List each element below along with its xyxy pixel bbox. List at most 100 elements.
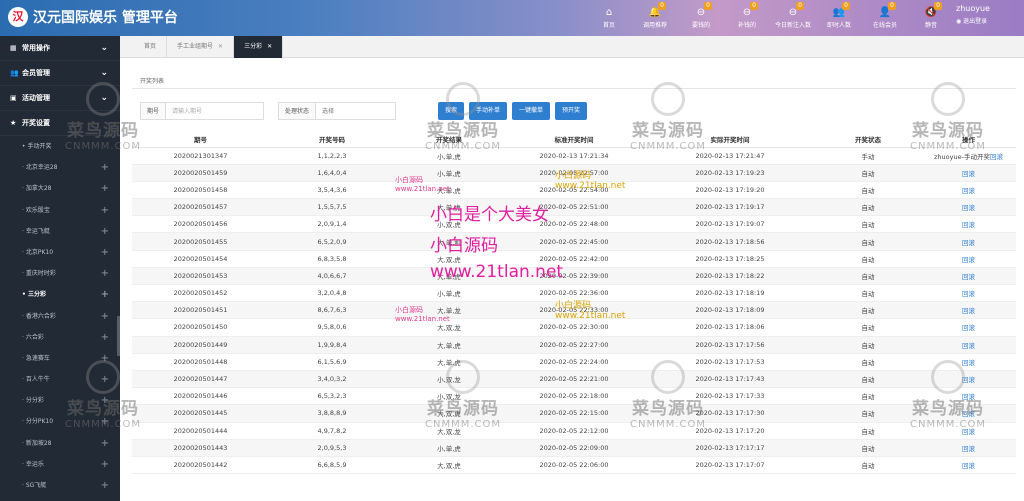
rollback-link[interactable]: 回滚 [962,393,975,401]
sidebar-item-label: 北京幸运28 [25,164,58,172]
status-select[interactable]: 选择 [316,102,397,120]
plus-icon[interactable]: + [101,390,109,411]
sidebar-item[interactable]: · 分分PK10 + [0,411,120,432]
header-nav-item[interactable]: 🔇 0 静音 [908,0,954,36]
rollback-link[interactable]: 回滚 [962,204,975,212]
plus-icon[interactable]: + [101,411,109,432]
plus-icon[interactable]: + [101,348,109,369]
rollback-link[interactable]: 回滚 [962,256,975,264]
sidebar-item[interactable]: · 急速赛车 + [0,348,120,369]
header-nav-item[interactable]: ⊖ 0 今日新注入数 [770,0,816,36]
cell-actions: 回滚 [921,215,1016,234]
cell-result: 大,双,龙 [395,318,503,337]
tab-1[interactable]: 手工业组期号 ✕ [167,36,235,58]
plus-icon[interactable]: + [101,200,109,221]
sidebar-item[interactable]: · SG飞艇 + [0,475,120,496]
header-nav-item[interactable]: 👤 0 在线会员 [862,0,908,36]
rollback-link[interactable]: 回滚 [962,239,975,247]
close-icon[interactable]: ✕ [267,43,272,50]
rollback-link[interactable]: 回滚 [962,342,975,350]
sidebar-item[interactable]: · 北京PK10 + [0,242,120,263]
sidebar-group[interactable]: ★ 开奖设置 [0,111,120,136]
period-input[interactable]: 请输入期号 [166,102,265,120]
sidebar-item[interactable]: · 新加坡28 + [0,433,120,454]
rollback-link[interactable]: 回滚 [962,187,975,195]
manual-order-button[interactable]: 手动补单 [469,102,508,120]
tab-0[interactable]: 首页 [134,36,168,58]
plus-icon[interactable]: + [101,157,109,178]
close-icon[interactable]: ✕ [218,43,223,50]
plus-icon[interactable]: + [101,242,109,263]
sidebar-item[interactable]: · 北京幸运28 + [0,157,120,178]
header-nav-item[interactable]: ⊖ 0 要钱的 [678,0,724,36]
plus-icon[interactable]: + [101,454,109,475]
cell-result: 小,单,虎 [395,164,503,182]
sidebar-item[interactable]: · 香港六合彩 + [0,306,120,327]
sidebar-item[interactable]: · 六合彩 + [0,327,120,348]
plus-icon[interactable]: + [101,369,109,390]
plus-icon[interactable]: + [101,475,109,496]
column-header[interactable]: 开奖状态 [815,132,921,148]
sidebar-item[interactable]: · 幸运乐 + [0,454,120,475]
sidebar-item-label: 六合彩 [25,333,44,341]
sidebar-group[interactable]: ▣ 活动管理 ⌄ [0,86,120,111]
header-nav-item[interactable]: 🔔 0 调用推荐 [632,0,678,36]
rollback-link[interactable]: 回滚 [962,462,975,470]
plus-icon[interactable]: + [101,284,109,305]
logout-link[interactable]: ◉ 退出登录 [956,16,1020,25]
cell-period: 2020020501454 [132,250,269,268]
preset-draw-button[interactable]: 预开奖 [555,102,588,120]
table-row: 2020020501443 2,0,9,5,3 小,单,虎 2020-02-05 22… [132,439,1016,457]
brand[interactable]: 汉 汉元国际娱乐 管理平台 [8,7,178,27]
sidebar-item[interactable]: · 百人牛牛 + [0,369,120,390]
rollback-link[interactable]: 回滚 [962,410,975,418]
sidebar-item[interactable]: ‣ 手动开奖 [0,136,120,157]
plus-icon[interactable]: + [101,263,109,284]
plus-icon[interactable]: + [101,306,109,327]
rollback-link[interactable]: 回滚 [962,445,975,453]
sidebar-item-label: SG飞艇 [25,482,47,489]
cell-act: 2020-02-13 17:19:07 [645,215,815,234]
plus-icon[interactable]: + [101,221,109,242]
sidebar-group[interactable]: 👥 会员管理 ⌄ [0,61,120,86]
column-header[interactable]: 期号 [132,132,269,148]
rollback-link[interactable]: 回滚 [962,428,975,436]
column-header[interactable]: 开奖号码 [269,132,395,148]
sidebar-item[interactable]: · 幸运飞艇 + [0,221,120,242]
cell-result: 大,单,和 [395,232,503,251]
rollback-link[interactable]: 回滚 [962,359,975,367]
plus-icon[interactable]: + [101,433,109,454]
sidebar-item[interactable]: • 三分彩 + [0,284,120,305]
plus-icon[interactable]: + [101,178,109,199]
cell-period: 2020020501449 [132,336,269,354]
sidebar-group[interactable]: ▦ 常用操作 ⌄ [0,36,120,61]
cell-status: 自动 [815,181,921,200]
rollback-link[interactable]: 回滚 [990,153,1003,161]
user-menu[interactable]: zhuoyue ◉ 退出登录 [956,4,1020,25]
rollback-link[interactable]: 回滚 [962,324,975,332]
cell-actions: 回滚 [921,164,1016,182]
sidebar-item[interactable]: · 欢乐骰宝 + [0,200,120,221]
sidebar-item[interactable]: · 加拿大28 + [0,178,120,199]
column-header[interactable]: 标准开奖时间 [503,132,645,148]
one-click-cancel-button[interactable]: 一键撤单 [512,102,551,120]
cell-status: 自动 [815,267,921,286]
column-header[interactable]: 实际开奖时间 [645,132,815,148]
rollback-link[interactable]: 回滚 [962,290,975,298]
sidebar-item[interactable]: · 重庆时时彩 + [0,263,120,284]
rollback-link[interactable]: 回滚 [962,221,975,229]
sidebar-item[interactable]: · 分分彩 + [0,390,120,411]
tab-2[interactable]: 三分彩 ✕ [234,36,284,58]
header-nav-item[interactable]: 👥 0 即时人数 [816,0,862,36]
sidebar-item-label: 欢乐骰宝 [25,206,50,214]
column-header[interactable]: 开奖结果 [395,132,503,148]
column-header[interactable]: 操作 [921,132,1016,148]
header-nav-item[interactable]: ⊖ 0 补钱的 [724,0,770,36]
search-button[interactable]: 搜索 [438,102,465,120]
header-nav-item[interactable]: ⌂ 首页 [586,0,632,36]
rollback-link[interactable]: 回滚 [962,376,975,384]
rollback-link[interactable]: 回滚 [962,307,975,315]
plus-icon[interactable]: + [101,327,109,348]
rollback-link[interactable]: 回滚 [962,170,975,178]
rollback-link[interactable]: 回滚 [962,273,975,281]
